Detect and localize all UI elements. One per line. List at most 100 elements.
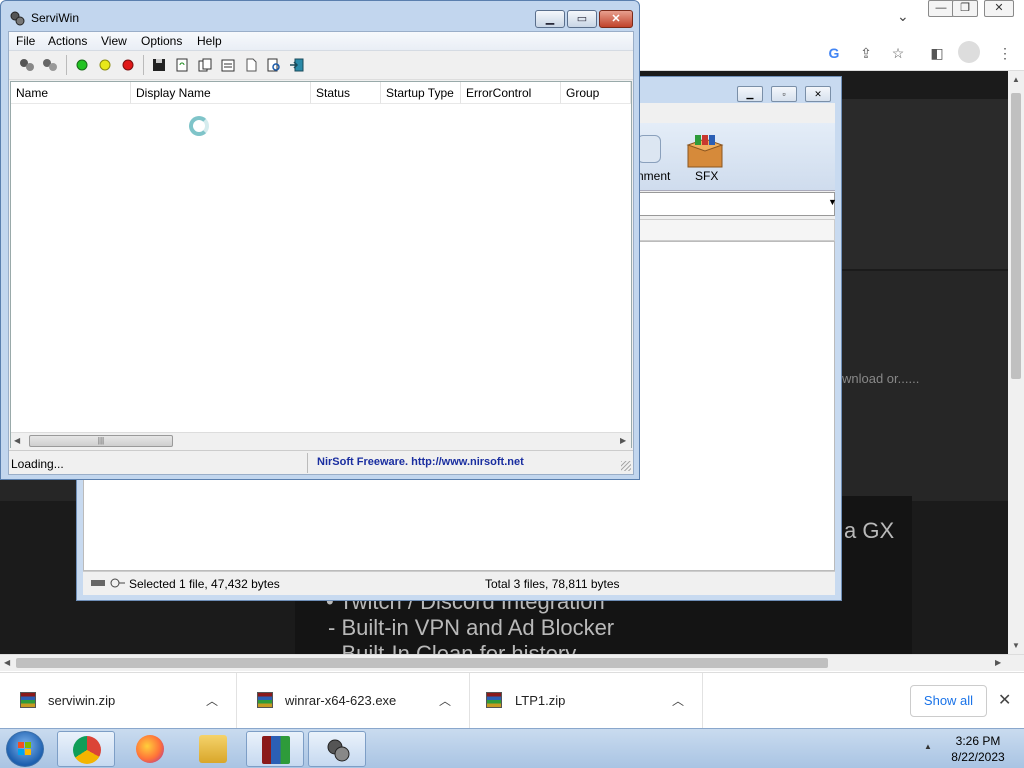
menu-file[interactable]: File	[16, 34, 35, 48]
statusbar-divider	[307, 453, 308, 473]
chevron-up-icon[interactable]: ︿	[672, 692, 684, 709]
serviwin-window: ServiWin ▁ ▭ ✕ File Actions View Options…	[0, 0, 640, 480]
chevron-up-icon[interactable]: ︿	[439, 692, 451, 709]
taskbar-serviwin[interactable]	[308, 731, 366, 767]
sfx-icon[interactable]	[685, 133, 725, 169]
bookmark-star-icon[interactable]: ☆	[889, 44, 907, 62]
show-all-downloads-button[interactable]: Show all	[910, 685, 987, 717]
column-header-startup-type[interactable]: Startup Type	[381, 82, 461, 104]
column-header-status[interactable]: Status	[311, 82, 381, 104]
serviwin-client-area: File Actions View Options Help Name Disp…	[8, 31, 634, 475]
page-horizontal-scrollbar[interactable]: ◀ ▶	[0, 654, 1024, 671]
page-vertical-scrollbar[interactable]: ▲ ▼	[1008, 71, 1024, 654]
serviwin-icon	[327, 739, 350, 762]
column-header-errorcontrol[interactable]: ErrorControl	[461, 82, 561, 104]
scroll-down-arrow-icon[interactable]: ▼	[1012, 641, 1020, 650]
loading-spinner-icon	[189, 116, 209, 136]
taskbar: ▲ 3:26 PM 8/22/2023	[0, 728, 1024, 768]
page-text: a GX	[844, 518, 895, 543]
menu-options[interactable]: Options	[141, 34, 182, 48]
taskbar-chrome[interactable]	[57, 731, 115, 767]
download-item[interactable]: winrar-x64-623.exe ︿	[237, 673, 470, 729]
status-text: Loading...	[11, 457, 64, 471]
total-status-text: Total 3 files, 78,811 bytes	[485, 577, 620, 591]
start-button[interactable]	[6, 731, 44, 767]
services-list[interactable]: Name Display Name Status Startup Type Er…	[10, 81, 632, 448]
window-title: ServiWin	[31, 11, 80, 25]
winrar-maximize-button[interactable]: ▫	[771, 86, 797, 102]
browser-restore-button[interactable]: ❐	[952, 0, 978, 17]
close-button[interactable]: ✕	[599, 10, 633, 28]
save-icon[interactable]	[151, 57, 167, 73]
download-filename: serviwin.zip	[48, 693, 116, 708]
menu-bar: File Actions View Options Help	[9, 32, 633, 51]
winrar-archive-icon	[20, 692, 36, 708]
taskbar-explorer[interactable]	[184, 731, 242, 767]
sfx-button-label[interactable]: SFX	[695, 169, 718, 183]
nirsoft-link[interactable]: NirSoft Freeware. http://www.nirsoft.net	[317, 456, 524, 468]
menu-actions[interactable]: Actions	[48, 34, 87, 48]
downloads-bar: serviwin.zip ︿ winrar-x64-623.exe ︿ LTP1…	[0, 672, 1024, 729]
scrollbar-thumb[interactable]	[16, 658, 828, 668]
winrar-archive-icon	[257, 692, 273, 708]
start-green-icon[interactable]	[74, 57, 90, 73]
toolbar-separator	[66, 55, 67, 75]
column-header-group[interactable]: Group	[561, 82, 631, 104]
side-panel-icon[interactable]: ◧	[928, 44, 946, 62]
pause-yellow-icon[interactable]	[97, 57, 113, 73]
menu-view[interactable]: View	[101, 34, 127, 48]
taskbar-firefox[interactable]	[121, 731, 179, 767]
html-report-icon[interactable]	[243, 57, 259, 73]
column-header-name[interactable]: Name	[11, 82, 131, 104]
toolbar-separator	[143, 55, 144, 75]
scroll-left-arrow-icon[interactable]: ◀	[4, 658, 10, 667]
selection-status-text: Selected 1 file, 47,432 bytes	[129, 577, 280, 591]
list-horizontal-scrollbar[interactable]: ◀ ||| ▶	[11, 432, 631, 448]
scrollbar-thumb[interactable]	[1011, 93, 1021, 379]
scroll-right-arrow-icon[interactable]: ▶	[620, 436, 626, 445]
clock-date: 8/22/2023	[951, 750, 1005, 764]
system-clock[interactable]: 3:26 PM 8/22/2023	[938, 733, 1018, 765]
taskbar-winrar[interactable]	[246, 731, 304, 767]
winrar-statusbar: Selected 1 file, 47,432 bytes Total 3 fi…	[83, 571, 835, 595]
minimize-button[interactable]: ▁	[535, 10, 565, 28]
winrar-minimize-button[interactable]: ▁	[737, 86, 763, 102]
show-hidden-icons-icon[interactable]: ▲	[924, 742, 932, 751]
services-icon[interactable]	[19, 57, 35, 73]
firefox-icon	[136, 735, 164, 763]
scroll-right-arrow-icon[interactable]: ▶	[995, 658, 1001, 667]
chevron-up-icon[interactable]: ︿	[206, 692, 218, 709]
maximize-button[interactable]: ▭	[567, 10, 597, 28]
download-item[interactable]: LTP1.zip ︿	[470, 673, 703, 729]
browser-close-button[interactable]: ✕	[984, 0, 1014, 17]
comment-button-label[interactable]: nment	[637, 169, 670, 183]
folder-icon	[199, 735, 227, 763]
close-downloads-bar-icon[interactable]: ✕	[998, 690, 1011, 710]
exit-icon[interactable]	[289, 57, 305, 73]
drivers-icon[interactable]	[42, 57, 58, 73]
resize-grip-icon[interactable]	[621, 461, 631, 471]
menu-help[interactable]: Help	[197, 34, 222, 48]
winrar-close-button[interactable]: ✕	[805, 86, 831, 102]
properties-icon[interactable]	[220, 57, 236, 73]
dropdown-arrow-icon[interactable]: ▼	[828, 197, 837, 207]
download-item[interactable]: serviwin.zip ︿	[0, 673, 237, 729]
stop-red-icon[interactable]	[120, 57, 136, 73]
column-header-display-name[interactable]: Display Name	[131, 82, 311, 104]
browser-minimize-button[interactable]: —	[928, 0, 954, 17]
share-icon[interactable]: ⇪	[857, 44, 875, 62]
refresh-icon[interactable]	[174, 57, 190, 73]
profile-avatar-icon[interactable]	[958, 41, 980, 63]
tab-search-chevron-icon[interactable]: ⌄	[897, 8, 909, 25]
scrollbar-thumb[interactable]: |||	[29, 435, 173, 447]
comment-icon[interactable]	[637, 135, 661, 163]
scroll-left-arrow-icon[interactable]: ◀	[14, 436, 20, 445]
page-text: wnload or......	[842, 371, 920, 386]
copy-icon[interactable]	[197, 57, 213, 73]
scroll-up-arrow-icon[interactable]: ▲	[1012, 75, 1020, 84]
page-text: - Built-in VPN and Ad Blocker	[328, 615, 615, 640]
find-icon[interactable]	[266, 57, 282, 73]
browser-menu-icon[interactable]: ⋮	[996, 44, 1014, 62]
winrar-icon	[262, 736, 290, 764]
google-lens-icon[interactable]: G	[825, 44, 843, 62]
